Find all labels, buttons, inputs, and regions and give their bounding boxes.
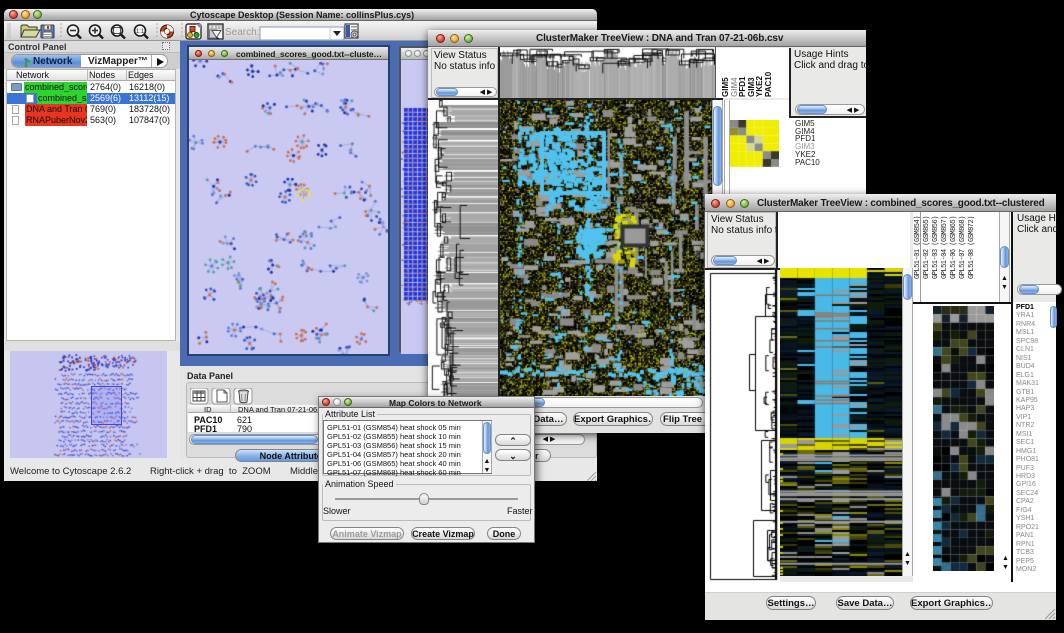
svg-text:1:1: 1:1 [136, 29, 145, 35]
svg-text:Search:: Search: [225, 27, 259, 38]
